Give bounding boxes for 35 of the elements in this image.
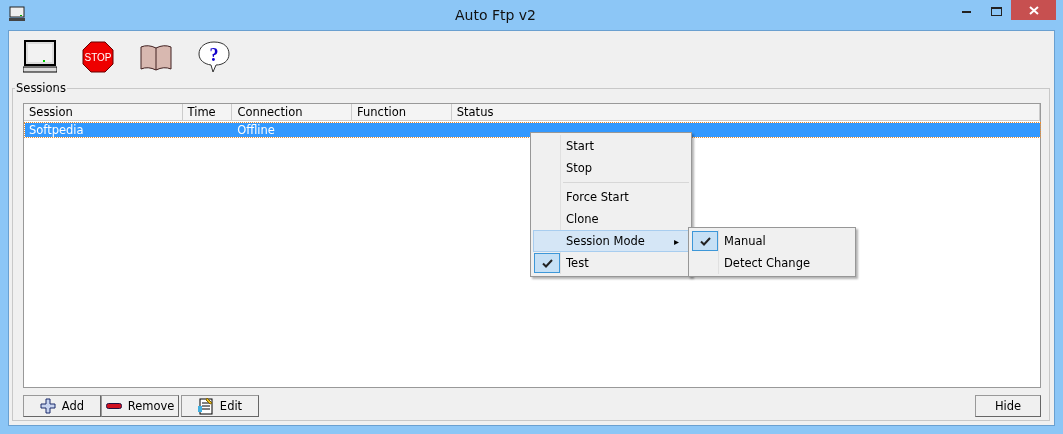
table-cell: Softpedia	[29, 123, 84, 137]
check-icon	[699, 236, 711, 246]
notepad-icon	[197, 397, 214, 415]
submenu-arrow: ▸	[674, 235, 681, 247]
minimize-icon	[961, 9, 971, 13]
maximize-icon	[990, 6, 1002, 16]
help-icon[interactable]: ?	[197, 39, 231, 75]
remove-button[interactable]: Remove	[101, 395, 179, 417]
menu-item[interactable]: Clone	[533, 208, 689, 230]
menu-item[interactable]: Stop	[533, 157, 689, 179]
close-icon	[1028, 5, 1039, 15]
add-button[interactable]: Add	[23, 395, 101, 417]
plus-icon	[39, 398, 56, 414]
window-title: Auto Ftp v2	[455, 7, 536, 23]
check-icon	[541, 258, 553, 268]
menu-item[interactable]: Force Start	[533, 186, 689, 208]
menu-item[interactable]: Start	[533, 135, 689, 157]
menu-item[interactable]: Session Mode ▸	[533, 230, 689, 252]
column-header[interactable]: Session	[24, 104, 183, 121]
column-header[interactable]: Connection	[232, 104, 353, 121]
app-monitor-icon	[9, 6, 25, 22]
group-label: Sessions	[15, 82, 67, 95]
minus-icon	[105, 403, 122, 409]
hide-button[interactable]: Hide	[975, 395, 1041, 417]
column-header[interactable]: Time	[182, 104, 233, 121]
menu-item[interactable]: Manual	[691, 230, 853, 252]
column-header[interactable]: Status	[451, 104, 1040, 121]
table-cell: Offline	[237, 123, 275, 137]
monitor-icon[interactable]	[23, 39, 57, 75]
close-button[interactable]	[1011, 0, 1056, 20]
menu-item[interactable]: Test	[533, 252, 689, 274]
edit-button[interactable]: Edit	[181, 395, 259, 417]
menu-item[interactable]: Detect Change	[691, 252, 853, 274]
stop-sign-icon[interactable]: STOP	[81, 39, 115, 75]
column-header[interactable]: Function	[352, 104, 452, 121]
